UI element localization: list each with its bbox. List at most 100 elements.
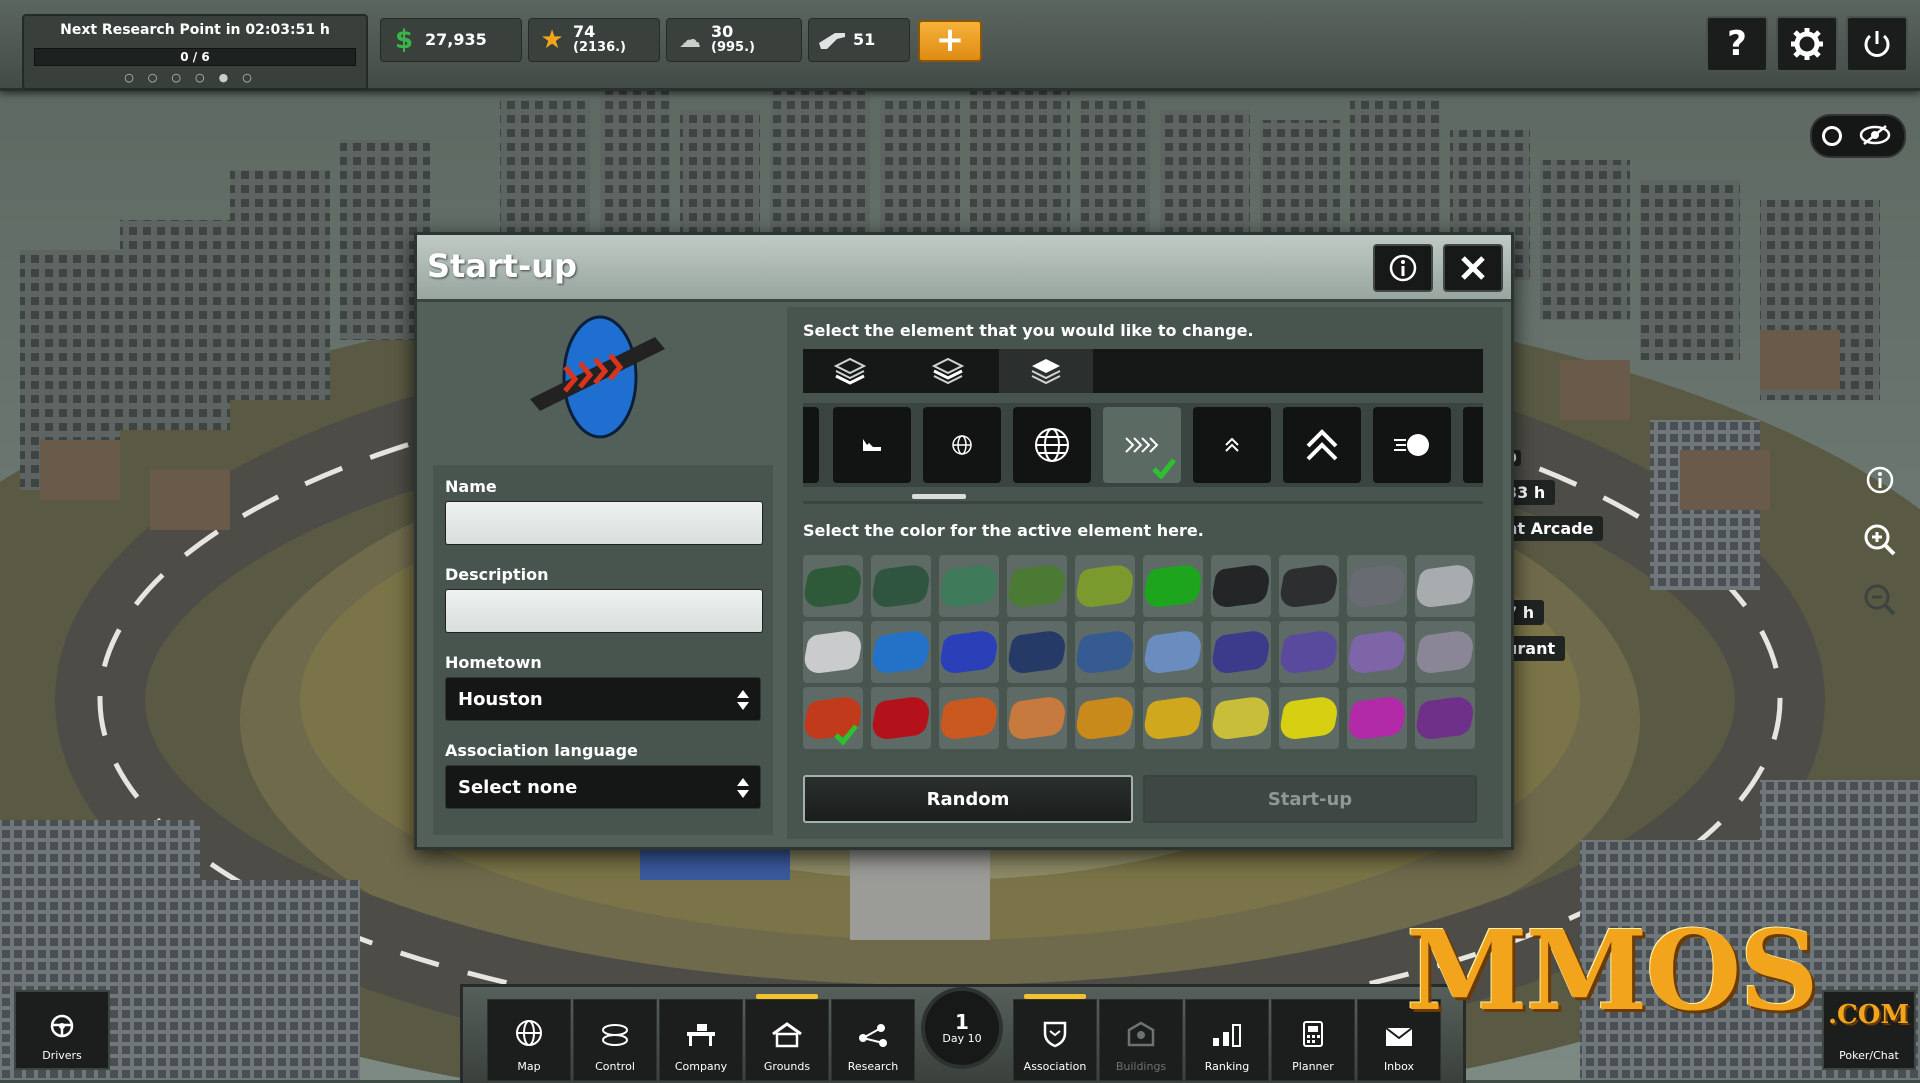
paint-stroke — [937, 628, 1001, 676]
paint-stroke — [1209, 562, 1273, 610]
tab-layer-bottom[interactable] — [803, 349, 897, 393]
settings-button[interactable] — [1776, 16, 1838, 72]
element-option[interactable] — [1283, 407, 1361, 483]
color-swatch[interactable] — [1345, 687, 1409, 749]
color-swatch[interactable] — [937, 621, 1001, 683]
nav-buildings[interactable]: Buildings — [1099, 999, 1183, 1081]
control-icon — [602, 1024, 628, 1046]
description-field[interactable] — [445, 589, 763, 633]
nav-company[interactable]: Company — [659, 999, 743, 1081]
element-option[interactable] — [833, 407, 911, 483]
ranking-icon — [1213, 1024, 1241, 1047]
visibility-toggle[interactable] — [1810, 114, 1906, 158]
element-option-selected[interactable] — [1103, 407, 1181, 483]
paint-stroke — [1413, 628, 1477, 676]
shield-icon — [1043, 1021, 1067, 1048]
hometown-select[interactable]: Houston — [445, 677, 761, 721]
color-swatch[interactable] — [1209, 555, 1273, 617]
name-label: Name — [445, 477, 497, 496]
language-select[interactable]: Select none — [445, 765, 761, 809]
color-swatch-selected[interactable] — [801, 687, 865, 749]
color-swatch[interactable] — [869, 555, 933, 617]
color-swatch[interactable] — [1345, 555, 1409, 617]
paint-stroke — [1345, 694, 1409, 742]
nav-planner[interactable]: Planner — [1271, 999, 1355, 1081]
zoom-out-icon — [1864, 584, 1896, 616]
crowd-icon: ☁ — [679, 27, 701, 53]
nav-ranking[interactable]: Ranking — [1185, 999, 1269, 1081]
color-swatch[interactable] — [1141, 621, 1205, 683]
element-selector — [803, 403, 1483, 487]
color-swatch[interactable] — [801, 555, 865, 617]
drivers-button[interactable]: Drivers — [14, 990, 110, 1070]
steering-wheel-icon — [50, 1014, 74, 1038]
dialog-info-button[interactable] — [1373, 244, 1433, 292]
paint-stroke — [1141, 694, 1205, 742]
color-swatch[interactable] — [1141, 555, 1205, 617]
toggle-knob — [1822, 126, 1842, 146]
color-swatch[interactable] — [1345, 621, 1409, 683]
logout-button[interactable] — [1846, 16, 1908, 72]
color-swatch[interactable] — [1073, 555, 1137, 617]
buy-premium-button[interactable]: + — [918, 20, 982, 62]
element-option[interactable] — [1013, 407, 1091, 483]
nav-label: Ranking — [1204, 1060, 1250, 1073]
zoom-out-button[interactable] — [1856, 576, 1904, 624]
element-option[interactable] — [1463, 407, 1483, 483]
nav-map[interactable]: Map — [487, 999, 571, 1081]
nav-research[interactable]: Research — [831, 999, 915, 1081]
color-swatch[interactable] — [869, 687, 933, 749]
element-option[interactable] — [803, 407, 819, 483]
element-option[interactable] — [1373, 407, 1451, 483]
color-swatch[interactable] — [1413, 555, 1477, 617]
tab-layer-middle[interactable] — [901, 349, 995, 393]
paint-stroke — [1413, 694, 1477, 742]
random-button[interactable]: Random — [803, 775, 1133, 823]
startup-button[interactable]: Start-up — [1143, 775, 1477, 823]
color-swatch[interactable] — [1005, 555, 1069, 617]
profile-panel: Name Description Hometown Houston Associ… — [425, 307, 775, 839]
element-scroll-indicator[interactable] — [912, 494, 966, 499]
paint-stroke — [1345, 628, 1409, 676]
color-swatch[interactable] — [801, 621, 865, 683]
element-option[interactable] — [923, 407, 1001, 483]
dialog-header: Start-up — [417, 235, 1511, 302]
paint-stroke — [1413, 562, 1477, 610]
house-icon — [772, 1022, 802, 1048]
color-swatch[interactable] — [1277, 687, 1341, 749]
name-field[interactable] — [445, 501, 763, 545]
color-swatch[interactable] — [1005, 687, 1069, 749]
mmos-watermark-suffix: .COM — [1828, 1000, 1910, 1030]
research-panel: Next Research Point in 02:03:51 h 0 / 6 … — [22, 14, 368, 90]
color-swatch[interactable] — [869, 621, 933, 683]
dialog-close-button[interactable] — [1443, 244, 1503, 292]
color-swatch[interactable] — [937, 687, 1001, 749]
color-swatch[interactable] — [1413, 687, 1477, 749]
nav-control[interactable]: Control — [573, 999, 657, 1081]
checkmark-icon — [834, 724, 858, 745]
color-swatch[interactable] — [1073, 621, 1137, 683]
nav-grounds[interactable]: Grounds — [745, 994, 829, 1081]
mmos-watermark-logo: MMOS — [1406, 906, 1819, 1035]
zoom-in-button[interactable] — [1856, 516, 1904, 564]
gun-icon — [815, 23, 849, 57]
color-swatch[interactable] — [1413, 621, 1477, 683]
color-swatch[interactable] — [937, 555, 1001, 617]
color-swatch[interactable] — [1277, 555, 1341, 617]
color-swatch[interactable] — [1209, 621, 1273, 683]
color-swatch[interactable] — [1073, 687, 1137, 749]
color-swatch[interactable] — [1005, 621, 1069, 683]
chevron-up-small-icon — [1225, 437, 1239, 452]
color-swatch[interactable] — [1209, 687, 1273, 749]
nav-association[interactable]: Association — [1013, 994, 1097, 1081]
select-arrows-icon — [737, 690, 749, 710]
tab-layer-top[interactable] — [999, 349, 1093, 393]
globe-large-icon — [1035, 428, 1069, 462]
help-button[interactable]: ? — [1706, 16, 1768, 72]
element-option[interactable] — [1193, 407, 1271, 483]
map-info-button[interactable] — [1856, 456, 1904, 504]
weapons-stat: 51 — [808, 18, 910, 62]
color-swatch[interactable] — [1277, 621, 1341, 683]
reputation-value: 74 — [573, 22, 596, 41]
color-swatch[interactable] — [1141, 687, 1205, 749]
